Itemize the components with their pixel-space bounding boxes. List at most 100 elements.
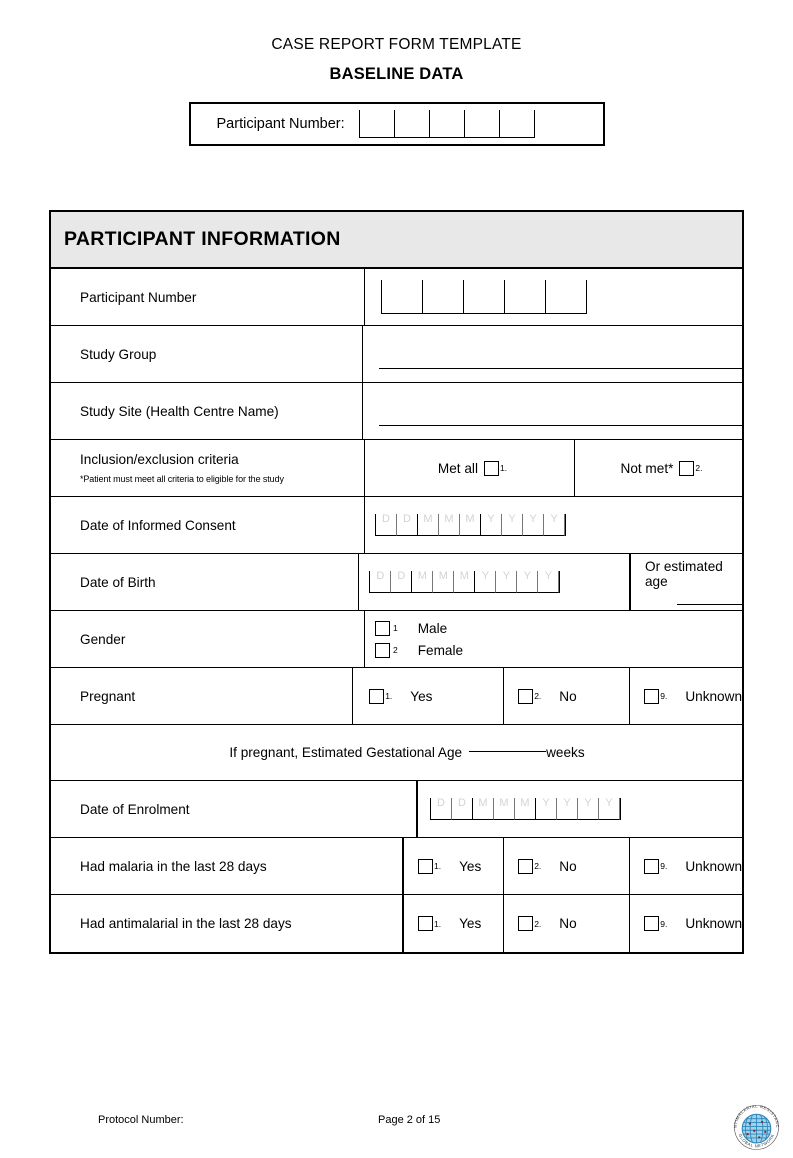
digit-box[interactable] xyxy=(422,280,463,314)
date-digit-box[interactable]: Y xyxy=(501,513,522,536)
date-digit-box[interactable]: Y xyxy=(535,797,556,820)
antimalarial-no-code: 2. xyxy=(534,918,542,929)
pregnant-unknown-label: Unknown xyxy=(685,688,742,704)
table-row-gender: Gender 1 Male 2 Female xyxy=(51,611,742,668)
pregnant-no-checkbox[interactable] xyxy=(518,688,534,704)
participant-number-banner-input[interactable] xyxy=(358,110,535,138)
date-digit-box[interactable]: M xyxy=(411,570,433,593)
date-birth-input[interactable]: DDMMMYYYY xyxy=(369,570,561,593)
date-digit-box[interactable]: D xyxy=(369,570,391,593)
study-group-input[interactable] xyxy=(379,367,742,369)
antimalarial-option-no[interactable]: 2. No xyxy=(503,895,629,952)
table-row-gestational-age: If pregnant, Estimated Gestational Age w… xyxy=(51,725,742,781)
digit-box[interactable] xyxy=(463,110,499,138)
antimalarial-unknown-checkbox[interactable] xyxy=(644,916,660,931)
date-digit-box[interactable]: Y xyxy=(543,513,564,536)
gestational-age-suffix: weeks xyxy=(546,745,585,760)
pregnant-no-code: 2. xyxy=(534,691,542,701)
criteria-met-checkbox[interactable] xyxy=(483,460,499,476)
criteria-not-met-code: 2. xyxy=(695,463,703,473)
row-label-malaria-28: Had malaria in the last 28 days xyxy=(80,858,267,874)
row-label-antimalarial-28: Had antimalarial in the last 28 days xyxy=(80,916,292,931)
antimalarial-no-checkbox[interactable] xyxy=(518,916,534,931)
malaria-option-unknown[interactable]: 9. Unknown xyxy=(629,838,742,894)
date-digit-box[interactable]: D xyxy=(430,797,451,820)
gestational-age-cell: If pregnant, Estimated Gestational Age w… xyxy=(51,725,742,780)
study-site-input[interactable] xyxy=(379,424,742,426)
date-enrolment-input[interactable]: DDMMMYYYY xyxy=(430,797,621,820)
malaria-no-checkbox[interactable] xyxy=(518,858,534,874)
malaria-option-no[interactable]: 2. No xyxy=(503,838,629,894)
date-digit-box[interactable]: M xyxy=(417,513,438,536)
digit-box[interactable] xyxy=(545,280,586,314)
date-digit-box[interactable]: Y xyxy=(577,797,598,820)
date-digit-box[interactable]: Y xyxy=(480,513,501,536)
date-digit-box[interactable]: Y xyxy=(598,797,619,820)
date-digit-box[interactable]: Y xyxy=(495,570,517,593)
antimalarial-option-yes[interactable]: 1. Yes xyxy=(401,895,503,952)
row-value-date-birth: DDMMMYYYY xyxy=(358,554,629,610)
pregnant-yes-label: Yes xyxy=(410,688,433,704)
malaria-yes-checkbox[interactable] xyxy=(417,858,433,874)
estimated-age-input[interactable] xyxy=(677,603,742,605)
participant-number-input[interactable] xyxy=(381,280,587,314)
gender-female-checkbox[interactable] xyxy=(375,642,390,658)
section-header: PARTICIPANT INFORMATION xyxy=(51,212,742,269)
date-digit-box[interactable]: Y xyxy=(522,513,543,536)
digit-box[interactable] xyxy=(358,110,394,138)
date-digit-box[interactable]: D xyxy=(375,513,396,536)
date-digit-box[interactable]: Y xyxy=(474,570,496,593)
gender-male-checkbox[interactable] xyxy=(375,620,390,636)
antimalarial-option-unknown[interactable]: 9. Unknown xyxy=(629,895,742,952)
date-digit-box[interactable]: M xyxy=(459,513,480,536)
digit-box[interactable] xyxy=(463,280,504,314)
date-digit-hint: M xyxy=(478,797,488,809)
pregnant-option-unknown[interactable]: 9. Unknown xyxy=(629,668,742,724)
row-value-gender: 1 Male 2 Female xyxy=(364,611,742,667)
date-digit-box[interactable]: D xyxy=(390,570,412,593)
table-row-date-consent: Date of Informed Consent DDMMMYYYY xyxy=(51,497,742,554)
date-digit-box[interactable]: M xyxy=(453,570,475,593)
date-digit-box[interactable]: Y xyxy=(516,570,538,593)
date-consent-input[interactable]: DDMMMYYYY xyxy=(375,513,566,536)
digit-box[interactable] xyxy=(393,110,429,138)
row-value-participant-number xyxy=(364,269,742,325)
criteria-option-not-met[interactable]: Not met* 2. xyxy=(574,440,742,496)
antimalarial-yes-checkbox[interactable] xyxy=(417,916,433,931)
malaria-unknown-checkbox[interactable] xyxy=(644,858,660,874)
date-digit-box[interactable]: D xyxy=(396,513,417,536)
digit-box[interactable] xyxy=(504,280,545,314)
date-digit-box[interactable]: M xyxy=(514,797,535,820)
date-digit-box[interactable]: M xyxy=(472,797,493,820)
gender-female-code: 2 xyxy=(393,645,398,655)
digit-box[interactable] xyxy=(381,280,422,314)
table-row-pregnant: Pregnant 1. Yes 2. No 9. Unknown xyxy=(51,668,742,725)
date-digit-box[interactable]: Y xyxy=(556,797,577,820)
row-label-date-enrolment: Date of Enrolment xyxy=(80,801,190,817)
date-digit-box[interactable]: M xyxy=(493,797,514,820)
table-row-antimalarial-28: Had antimalarial in the last 28 days 1. … xyxy=(51,895,742,952)
pregnant-option-no[interactable]: 2. No xyxy=(503,668,629,724)
gender-option-male[interactable]: 1 Male xyxy=(375,620,447,636)
gender-option-female[interactable]: 2 Female xyxy=(375,642,463,658)
date-digit-hint: M xyxy=(465,513,475,525)
date-digit-hint: D xyxy=(458,797,466,809)
table-row-malaria-28: Had malaria in the last 28 days 1. Yes 2… xyxy=(51,838,742,895)
malaria-option-yes[interactable]: 1. Yes xyxy=(401,838,503,894)
pregnant-option-yes[interactable]: 1. Yes xyxy=(352,668,503,724)
pregnant-unknown-checkbox[interactable] xyxy=(644,688,660,704)
date-digit-box[interactable]: Y xyxy=(537,570,559,593)
footer-page-number: Page 2 of 15 xyxy=(378,1114,441,1126)
pregnant-yes-checkbox[interactable] xyxy=(369,688,385,704)
criteria-not-met-checkbox[interactable] xyxy=(679,460,695,476)
date-digit-box[interactable]: M xyxy=(438,513,459,536)
gestational-age-input[interactable] xyxy=(469,750,547,752)
digit-box[interactable] xyxy=(428,110,464,138)
antimalarial-yes-code: 1. xyxy=(433,918,442,929)
date-digit-hint: Y xyxy=(523,570,532,582)
digit-box[interactable] xyxy=(498,110,534,138)
date-digit-box[interactable]: D xyxy=(451,797,472,820)
row-label-pregnant: Pregnant xyxy=(80,688,136,704)
date-digit-box[interactable]: M xyxy=(432,570,454,593)
criteria-option-met[interactable]: Met all 1. xyxy=(364,440,574,496)
